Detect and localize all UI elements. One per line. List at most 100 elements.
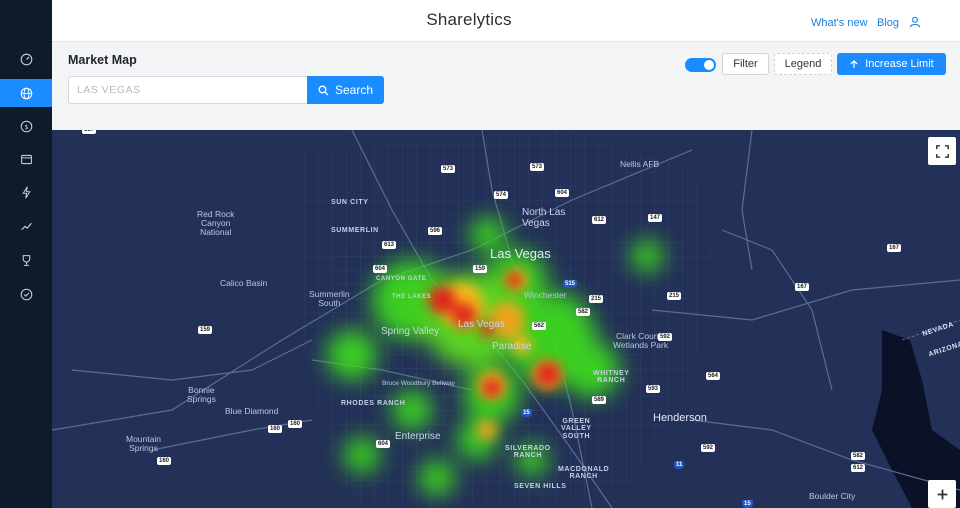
filter-button[interactable]: Filter <box>722 53 769 75</box>
map-label-henderson: Henderson <box>653 412 707 424</box>
route-shield: 160 <box>268 425 283 433</box>
zoom-in-button[interactable] <box>928 480 956 508</box>
search-button[interactable]: Search <box>307 76 384 104</box>
route-shield: 604 <box>555 189 570 197</box>
route-shield: 593 <box>646 385 661 393</box>
fullscreen-icon <box>935 144 949 158</box>
map-label-paradise: Paradise <box>492 341 532 352</box>
route-shield: 592 <box>658 333 673 341</box>
page-title: Market Map <box>68 53 137 67</box>
map-label-mountain-springs: Mountain Springs <box>126 434 161 453</box>
map-label-bruce-woodbury: Bruce Woodbury Beltway <box>382 380 455 387</box>
map-label-boulder-city: Boulder City <box>809 491 856 501</box>
map-label-canyon-gate: CANYON GATE <box>376 276 427 282</box>
dollar-icon: $ <box>20 120 32 132</box>
calendar-icon <box>20 154 32 164</box>
sidebar-item-activity[interactable] <box>0 178 52 206</box>
interstate-shield: 15 <box>742 500 753 508</box>
globe-icon <box>20 87 32 99</box>
sidebar-item-finance[interactable]: $ <box>0 112 52 140</box>
arrow-up-icon <box>850 59 858 68</box>
map-label-sun-city: SUN CITY <box>331 199 369 206</box>
search-icon <box>318 84 329 95</box>
trophy-icon <box>22 254 30 266</box>
map-label-summerlin-south: Summerlin South <box>309 289 350 308</box>
map-label-whitney-ranch: WHITNEY RANCH <box>593 370 630 385</box>
dashboard-icon <box>20 53 32 65</box>
route-shield: 612 <box>851 464 866 472</box>
map-label-bonnie-springs: Bonnie Springs <box>187 385 216 404</box>
map-label-winchester: Winchester <box>524 290 567 300</box>
map-label-las-vegas: Las Vegas <box>490 246 551 261</box>
map-label-green-valley-south: GREEN VALLEY SOUTH <box>561 418 592 440</box>
map-label-summerlin: SUMMERLIN <box>331 227 379 234</box>
sidebar-item-dashboard[interactable] <box>0 45 52 73</box>
route-shield: 596 <box>428 227 443 235</box>
route-shield: 582 <box>576 308 591 316</box>
route-shield: 167 <box>795 283 810 291</box>
route-shield: 604 <box>376 440 391 448</box>
interstate-shield: 15 <box>521 409 532 417</box>
map-label-las-vegas-strip: Las Vegas <box>458 319 505 330</box>
check-circle-icon <box>20 288 32 300</box>
route-shield: 604 <box>373 265 388 273</box>
increase-limit-button[interactable]: Increase Limit <box>837 53 946 75</box>
route-shield: 147 <box>648 214 663 222</box>
map-label-calico-basin: Calico Basin <box>220 278 268 288</box>
svg-text:$: $ <box>24 122 28 130</box>
route-shield: 589 <box>592 396 607 404</box>
sidebar-item-tasks[interactable] <box>0 280 52 308</box>
increase-limit-label: Increase Limit <box>865 58 934 70</box>
route-shield: 215 <box>667 292 682 300</box>
route-shield: 582 <box>851 452 866 460</box>
sidebar-item-rankings[interactable] <box>0 246 52 274</box>
route-shield: 613 <box>382 241 397 249</box>
plus-icon <box>937 489 947 499</box>
map-controls-panel: Market Map Search Filter Legend Increase… <box>52 42 960 130</box>
route-shield: 573 <box>441 165 456 173</box>
legend-button[interactable]: Legend <box>774 53 832 75</box>
route-shield: 574 <box>494 191 509 199</box>
trend-icon <box>20 222 32 230</box>
map-label-north-las-vegas: North Las Vegas <box>522 207 566 229</box>
map-label-rhodes-ranch: RHODES RANCH <box>341 400 406 407</box>
fullscreen-button[interactable] <box>928 137 956 165</box>
route-shield: 215 <box>589 295 604 303</box>
blog-link[interactable]: Blog <box>877 17 899 29</box>
route-shield: 564 <box>706 372 721 380</box>
route-shield: 612 <box>592 216 607 224</box>
map-label-seven-hills: SEVEN HILLS <box>514 483 567 490</box>
sidebar-item-market-map[interactable] <box>0 79 52 107</box>
route-shield: 160 <box>157 457 172 465</box>
sidebar-item-trends[interactable] <box>0 212 52 240</box>
brand-title: Sharelytics <box>426 10 512 29</box>
map-label-silverado-ranch: SILVERADO RANCH <box>505 445 551 460</box>
sidebar: $ <box>0 0 52 508</box>
map-label-nellis-afb: Nellis AFB <box>620 159 660 169</box>
map-label-blue-diamond: Blue Diamond <box>225 406 279 416</box>
interstate-shield: 515 <box>563 280 578 288</box>
user-icon[interactable] <box>909 16 921 28</box>
route-shield: 573 <box>530 163 545 171</box>
search-button-label: Search <box>334 83 374 97</box>
sidebar-item-calendar[interactable] <box>0 145 52 173</box>
market-map[interactable]: Las Vegas North Las Vegas Nellis AFB SUN… <box>52 130 960 508</box>
location-search-input[interactable] <box>68 76 308 104</box>
heatmap-toggle[interactable] <box>685 58 716 72</box>
map-label-spring-valley: Spring Valley <box>381 326 440 337</box>
route-shield: 167 <box>887 244 902 252</box>
map-label-red-rock: Red Rock Canyon National <box>197 209 235 237</box>
route-shield: 159 <box>473 265 488 273</box>
map-label-the-lakes: THE LAKES <box>392 294 432 300</box>
route-shield: 160 <box>288 420 303 428</box>
top-bar: Sharelytics What's new Blog <box>52 0 960 42</box>
route-shield: 592 <box>701 444 716 452</box>
toggle-knob <box>704 60 714 70</box>
whats-new-link[interactable]: What's new <box>811 17 868 29</box>
map-label-macdonald-ranch: MACDONALD RANCH <box>558 466 610 481</box>
route-shield: 159 <box>198 326 213 334</box>
interstate-shield: 11 <box>674 461 685 469</box>
lightning-icon <box>21 186 31 198</box>
route-shield: 562 <box>532 322 547 330</box>
route-shield: 157 <box>82 130 97 134</box>
